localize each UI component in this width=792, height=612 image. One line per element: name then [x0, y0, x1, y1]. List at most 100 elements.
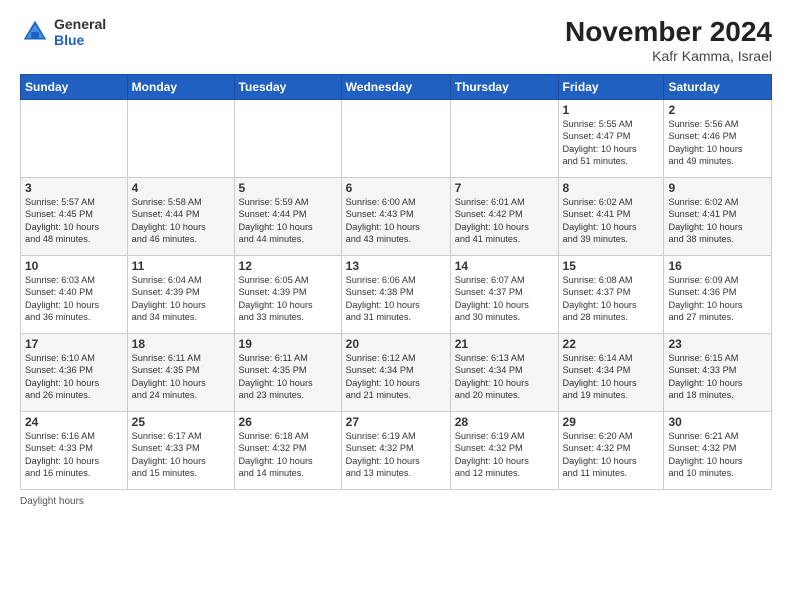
- day-number: 20: [346, 337, 446, 351]
- day-info: Sunrise: 6:09 AM Sunset: 4:36 PM Dayligh…: [668, 274, 767, 324]
- calendar-cell: 12Sunrise: 6:05 AM Sunset: 4:39 PM Dayli…: [234, 256, 341, 334]
- week-row-1: 1Sunrise: 5:55 AM Sunset: 4:47 PM Daylig…: [21, 100, 772, 178]
- calendar-cell: 18Sunrise: 6:11 AM Sunset: 4:35 PM Dayli…: [127, 334, 234, 412]
- day-number: 22: [563, 337, 660, 351]
- week-row-4: 17Sunrise: 6:10 AM Sunset: 4:36 PM Dayli…: [21, 334, 772, 412]
- day-number: 15: [563, 259, 660, 273]
- day-info: Sunrise: 6:04 AM Sunset: 4:39 PM Dayligh…: [132, 274, 230, 324]
- day-number: 8: [563, 181, 660, 195]
- calendar-cell: [21, 100, 128, 178]
- calendar-cell: 26Sunrise: 6:18 AM Sunset: 4:32 PM Dayli…: [234, 412, 341, 490]
- day-number: 10: [25, 259, 123, 273]
- day-info: Sunrise: 6:11 AM Sunset: 4:35 PM Dayligh…: [239, 352, 337, 402]
- calendar-cell: 16Sunrise: 6:09 AM Sunset: 4:36 PM Dayli…: [664, 256, 772, 334]
- calendar-cell: 2Sunrise: 5:56 AM Sunset: 4:46 PM Daylig…: [664, 100, 772, 178]
- day-info: Sunrise: 5:59 AM Sunset: 4:44 PM Dayligh…: [239, 196, 337, 246]
- day-number: 29: [563, 415, 660, 429]
- day-number: 30: [668, 415, 767, 429]
- day-info: Sunrise: 6:16 AM Sunset: 4:33 PM Dayligh…: [25, 430, 123, 480]
- calendar-cell: 17Sunrise: 6:10 AM Sunset: 4:36 PM Dayli…: [21, 334, 128, 412]
- day-info: Sunrise: 6:19 AM Sunset: 4:32 PM Dayligh…: [346, 430, 446, 480]
- day-number: 21: [455, 337, 554, 351]
- calendar-cell: [450, 100, 558, 178]
- calendar-cell: 24Sunrise: 6:16 AM Sunset: 4:33 PM Dayli…: [21, 412, 128, 490]
- day-info: Sunrise: 6:13 AM Sunset: 4:34 PM Dayligh…: [455, 352, 554, 402]
- calendar: SundayMondayTuesdayWednesdayThursdayFrid…: [20, 74, 772, 490]
- day-info: Sunrise: 6:11 AM Sunset: 4:35 PM Dayligh…: [132, 352, 230, 402]
- day-number: 18: [132, 337, 230, 351]
- day-number: 12: [239, 259, 337, 273]
- day-info: Sunrise: 6:08 AM Sunset: 4:37 PM Dayligh…: [563, 274, 660, 324]
- day-number: 26: [239, 415, 337, 429]
- day-number: 25: [132, 415, 230, 429]
- day-number: 14: [455, 259, 554, 273]
- day-info: Sunrise: 5:56 AM Sunset: 4:46 PM Dayligh…: [668, 118, 767, 168]
- calendar-cell: 14Sunrise: 6:07 AM Sunset: 4:37 PM Dayli…: [450, 256, 558, 334]
- day-info: Sunrise: 5:57 AM Sunset: 4:45 PM Dayligh…: [25, 196, 123, 246]
- week-row-5: 24Sunrise: 6:16 AM Sunset: 4:33 PM Dayli…: [21, 412, 772, 490]
- calendar-cell: 4Sunrise: 5:58 AM Sunset: 4:44 PM Daylig…: [127, 178, 234, 256]
- calendar-cell: 21Sunrise: 6:13 AM Sunset: 4:34 PM Dayli…: [450, 334, 558, 412]
- title-block: November 2024 Kafr Kamma, Israel: [565, 16, 772, 64]
- calendar-cell: 30Sunrise: 6:21 AM Sunset: 4:32 PM Dayli…: [664, 412, 772, 490]
- day-info: Sunrise: 6:12 AM Sunset: 4:34 PM Dayligh…: [346, 352, 446, 402]
- day-info: Sunrise: 5:58 AM Sunset: 4:44 PM Dayligh…: [132, 196, 230, 246]
- day-info: Sunrise: 6:20 AM Sunset: 4:32 PM Dayligh…: [563, 430, 660, 480]
- calendar-cell: 25Sunrise: 6:17 AM Sunset: 4:33 PM Dayli…: [127, 412, 234, 490]
- calendar-cell: [234, 100, 341, 178]
- logo-general: General: [54, 16, 106, 32]
- day-info: Sunrise: 6:03 AM Sunset: 4:40 PM Dayligh…: [25, 274, 123, 324]
- calendar-cell: 29Sunrise: 6:20 AM Sunset: 4:32 PM Dayli…: [558, 412, 664, 490]
- week-row-3: 10Sunrise: 6:03 AM Sunset: 4:40 PM Dayli…: [21, 256, 772, 334]
- calendar-cell: 10Sunrise: 6:03 AM Sunset: 4:40 PM Dayli…: [21, 256, 128, 334]
- day-info: Sunrise: 6:07 AM Sunset: 4:37 PM Dayligh…: [455, 274, 554, 324]
- day-info: Sunrise: 6:02 AM Sunset: 4:41 PM Dayligh…: [563, 196, 660, 246]
- calendar-cell: 3Sunrise: 5:57 AM Sunset: 4:45 PM Daylig…: [21, 178, 128, 256]
- calendar-cell: 27Sunrise: 6:19 AM Sunset: 4:32 PM Dayli…: [341, 412, 450, 490]
- weekday-header-wednesday: Wednesday: [341, 75, 450, 100]
- day-number: 7: [455, 181, 554, 195]
- day-number: 17: [25, 337, 123, 351]
- calendar-cell: 23Sunrise: 6:15 AM Sunset: 4:33 PM Dayli…: [664, 334, 772, 412]
- day-number: 5: [239, 181, 337, 195]
- calendar-cell: 20Sunrise: 6:12 AM Sunset: 4:34 PM Dayli…: [341, 334, 450, 412]
- calendar-cell: 1Sunrise: 5:55 AM Sunset: 4:47 PM Daylig…: [558, 100, 664, 178]
- weekday-header-thursday: Thursday: [450, 75, 558, 100]
- day-number: 1: [563, 103, 660, 117]
- day-info: Sunrise: 6:05 AM Sunset: 4:39 PM Dayligh…: [239, 274, 337, 324]
- calendar-cell: 9Sunrise: 6:02 AM Sunset: 4:41 PM Daylig…: [664, 178, 772, 256]
- day-info: Sunrise: 6:10 AM Sunset: 4:36 PM Dayligh…: [25, 352, 123, 402]
- day-number: 6: [346, 181, 446, 195]
- weekday-header-monday: Monday: [127, 75, 234, 100]
- day-info: Sunrise: 6:19 AM Sunset: 4:32 PM Dayligh…: [455, 430, 554, 480]
- day-number: 27: [346, 415, 446, 429]
- day-info: Sunrise: 6:00 AM Sunset: 4:43 PM Dayligh…: [346, 196, 446, 246]
- day-info: Sunrise: 6:02 AM Sunset: 4:41 PM Dayligh…: [668, 196, 767, 246]
- day-number: 2: [668, 103, 767, 117]
- month-title: November 2024: [565, 16, 772, 48]
- calendar-cell: 6Sunrise: 6:00 AM Sunset: 4:43 PM Daylig…: [341, 178, 450, 256]
- calendar-cell: [127, 100, 234, 178]
- logo-icon: [20, 17, 50, 47]
- calendar-cell: 11Sunrise: 6:04 AM Sunset: 4:39 PM Dayli…: [127, 256, 234, 334]
- day-number: 28: [455, 415, 554, 429]
- day-number: 19: [239, 337, 337, 351]
- calendar-cell: 28Sunrise: 6:19 AM Sunset: 4:32 PM Dayli…: [450, 412, 558, 490]
- day-number: 3: [25, 181, 123, 195]
- weekday-header-row: SundayMondayTuesdayWednesdayThursdayFrid…: [21, 75, 772, 100]
- logo-text: General Blue: [54, 16, 106, 48]
- page: General Blue November 2024 Kafr Kamma, I…: [0, 0, 792, 612]
- weekday-header-tuesday: Tuesday: [234, 75, 341, 100]
- calendar-cell: 19Sunrise: 6:11 AM Sunset: 4:35 PM Dayli…: [234, 334, 341, 412]
- calendar-cell: [341, 100, 450, 178]
- calendar-cell: 5Sunrise: 5:59 AM Sunset: 4:44 PM Daylig…: [234, 178, 341, 256]
- day-info: Sunrise: 6:15 AM Sunset: 4:33 PM Dayligh…: [668, 352, 767, 402]
- day-info: Sunrise: 6:21 AM Sunset: 4:32 PM Dayligh…: [668, 430, 767, 480]
- location: Kafr Kamma, Israel: [565, 48, 772, 64]
- day-number: 24: [25, 415, 123, 429]
- weekday-header-sunday: Sunday: [21, 75, 128, 100]
- weekday-header-friday: Friday: [558, 75, 664, 100]
- day-info: Sunrise: 6:18 AM Sunset: 4:32 PM Dayligh…: [239, 430, 337, 480]
- day-number: 16: [668, 259, 767, 273]
- calendar-cell: 13Sunrise: 6:06 AM Sunset: 4:38 PM Dayli…: [341, 256, 450, 334]
